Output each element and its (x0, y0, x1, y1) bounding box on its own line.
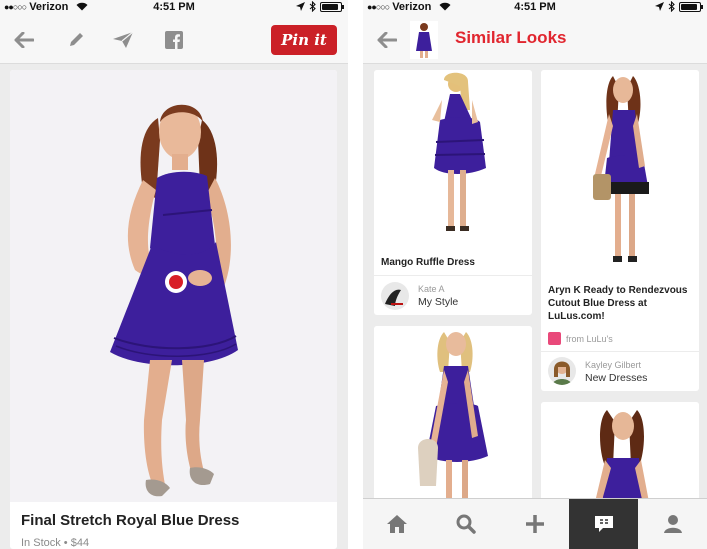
avatar[interactable] (381, 282, 409, 310)
similar-looks-screen: ●●○○○ Verizon 4:51 PM Similar Looks Mang… (363, 0, 707, 549)
bluetooth-icon (668, 1, 675, 12)
similar-pin-card[interactable]: Aryn K Ready to Rendezvous Cutout Blue D… (541, 70, 699, 391)
status-bar: ●●○○○ Verizon 4:51 PM (363, 0, 707, 16)
news-icon (594, 516, 613, 532)
add-icon (525, 515, 544, 533)
back-arrow-icon[interactable] (12, 28, 36, 52)
pinner-name[interactable]: Kayley Gilbert (585, 360, 641, 370)
pin-source[interactable]: from LuLu's (548, 332, 613, 345)
pinner-name[interactable]: Kate A (418, 284, 445, 294)
pin-image[interactable] (10, 70, 337, 502)
tab-profile[interactable] (638, 499, 707, 549)
card-title: Mango Ruffle Dress (381, 257, 475, 268)
dress-model-illustration (432, 72, 486, 231)
board-name[interactable]: New Dresses (585, 372, 647, 384)
pin-title: Final Stretch Royal Blue Dress (21, 512, 240, 529)
card-title: Aryn K Ready to Rendezvous Cutout Blue D… (548, 285, 688, 322)
location-icon (296, 2, 305, 11)
pin-detail-screen: ●●○○○ Verizon 4:51 PM Pin it Final Stret… (0, 0, 348, 549)
pin-card[interactable]: Final Stretch Royal Blue Dress In Stock … (10, 70, 337, 549)
tab-add[interactable] (501, 499, 570, 549)
dress-model-illustration (110, 104, 238, 497)
profile-icon (663, 515, 682, 533)
tab-search[interactable] (432, 499, 501, 549)
source-label: from LuLu's (566, 333, 613, 344)
lulus-favicon-icon (548, 332, 561, 345)
toolbar: Pin it (0, 16, 348, 64)
page-title: Similar Looks (455, 28, 567, 47)
edit-pencil-icon[interactable] (66, 29, 86, 51)
bluetooth-icon (309, 1, 316, 12)
dress-model-illustration (593, 76, 649, 262)
tab-news[interactable] (569, 499, 639, 549)
board-name[interactable]: My Style (418, 296, 458, 308)
pin-image[interactable] (374, 70, 532, 246)
bottom-tab-bar (363, 498, 707, 549)
pin-it-button[interactable]: Pin it (271, 25, 337, 55)
battery-icon (679, 1, 703, 12)
home-icon (387, 515, 408, 533)
similar-pin-card[interactable]: Mango Ruffle Dress Kate A My Style (374, 70, 532, 315)
facebook-icon[interactable] (164, 30, 184, 50)
search-icon (456, 514, 476, 534)
pin-availability: In Stock • $44 (21, 537, 90, 549)
status-bar: ●●○○○ Verizon 4:51 PM (0, 0, 348, 16)
avatar[interactable] (548, 357, 576, 385)
tab-home[interactable] (363, 499, 432, 549)
location-icon (655, 2, 664, 11)
similar-looks-header: Similar Looks (363, 16, 707, 64)
send-icon[interactable] (111, 29, 135, 51)
battery-icon (320, 1, 344, 12)
back-arrow-icon[interactable] (375, 28, 399, 52)
source-pin-thumbnail[interactable] (410, 21, 438, 59)
pin-image[interactable] (541, 70, 699, 274)
